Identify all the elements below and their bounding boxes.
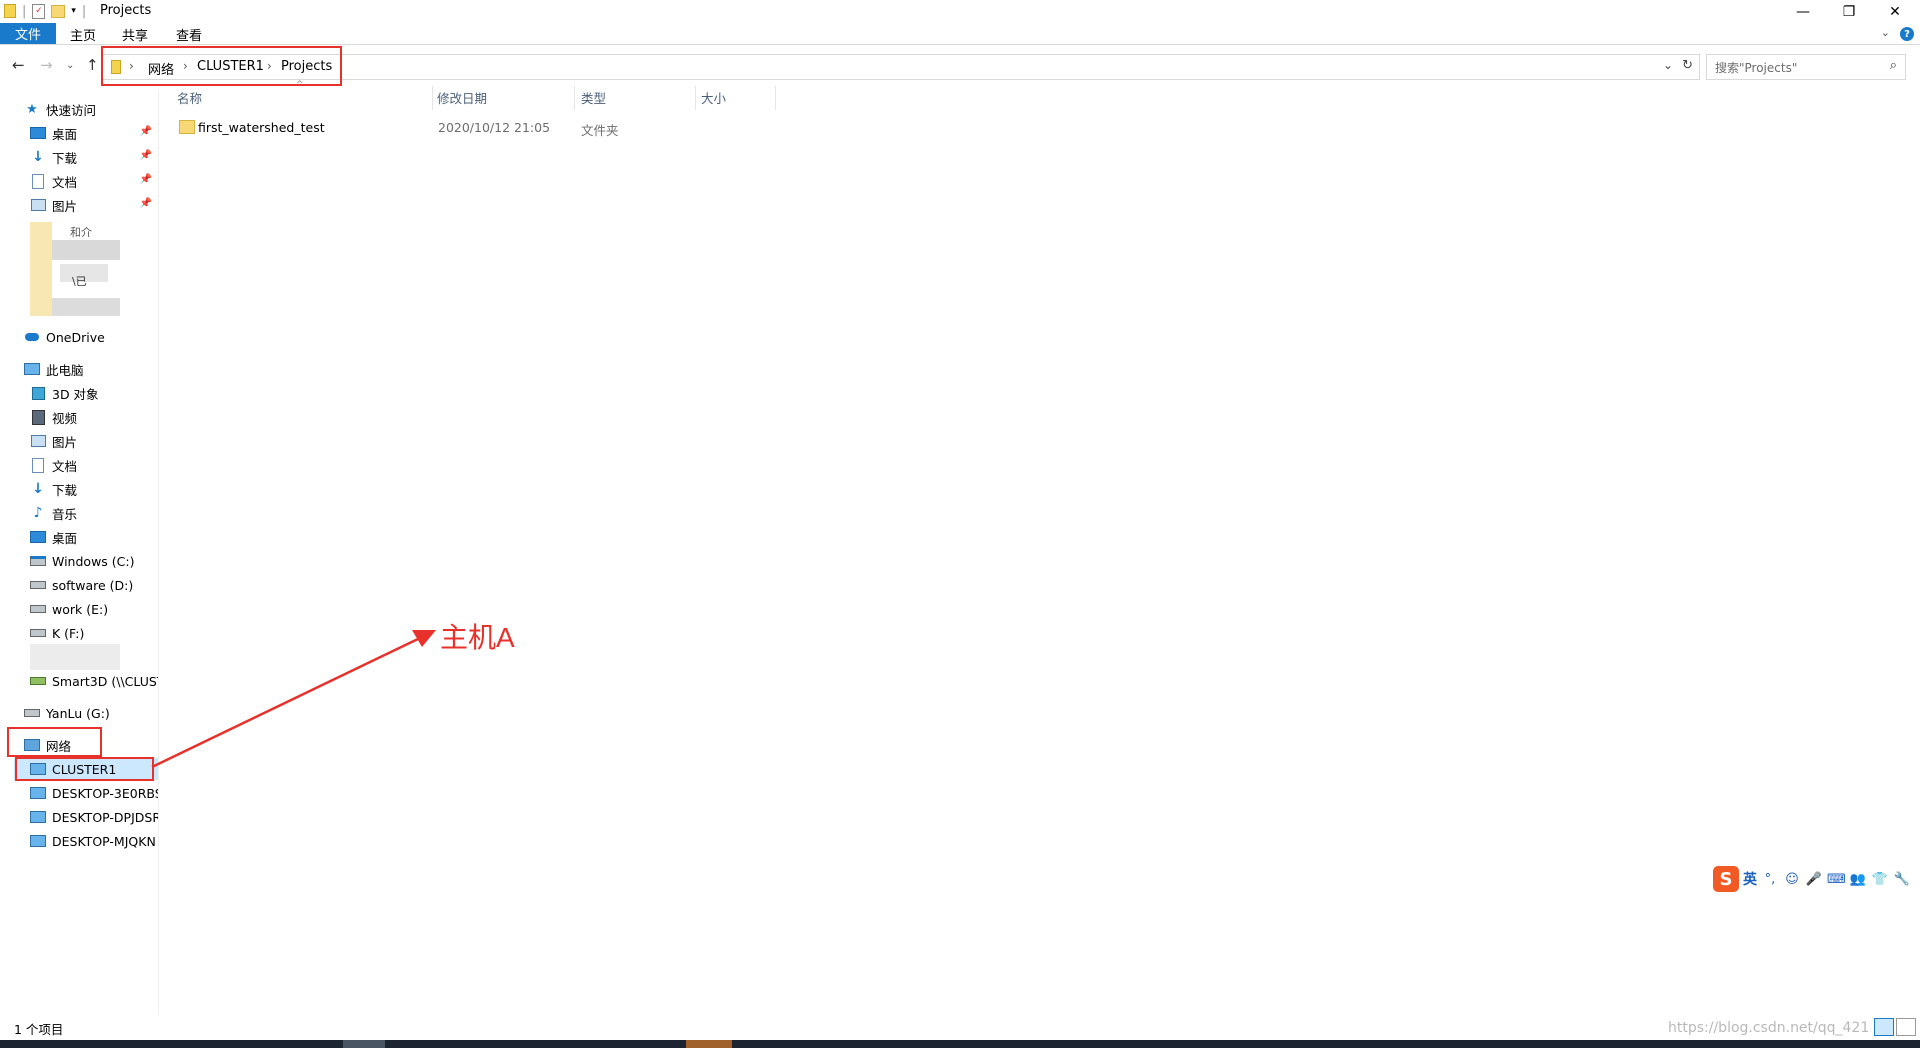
settings-wrench-icon[interactable]: 🔧 <box>1893 872 1911 887</box>
watermark-text: https://blog.csdn.net/qq_421 <box>1668 1020 1870 1036</box>
details-view-icon[interactable] <box>1874 1018 1894 1036</box>
emoji-icon[interactable]: ☺ <box>1783 872 1801 887</box>
ime-toolbar[interactable]: S 英 °, ☺ 🎤 ⌨ 👥 👕 🔧 <box>1713 866 1920 892</box>
annotation-label: 主机A <box>440 622 515 653</box>
microphone-icon[interactable]: 🎤 <box>1805 872 1823 887</box>
annotation-arrow <box>151 630 436 769</box>
punctuation-icon[interactable]: °, <box>1761 872 1779 887</box>
keyboard-icon[interactable]: ⌨ <box>1827 872 1846 887</box>
ime-mode[interactable]: 英 <box>1743 869 1757 889</box>
taskbar-item[interactable] <box>343 1040 385 1048</box>
status-item-count: 1 个项目 <box>14 1022 64 1037</box>
sogou-logo-icon[interactable]: S <box>1713 866 1739 892</box>
user-icon[interactable]: 👥 <box>1849 872 1867 887</box>
skin-icon[interactable]: 👕 <box>1871 872 1889 887</box>
large-icons-view-icon[interactable] <box>1896 1018 1916 1036</box>
taskbar <box>0 1040 1920 1048</box>
taskbar-item[interactable] <box>686 1040 732 1048</box>
